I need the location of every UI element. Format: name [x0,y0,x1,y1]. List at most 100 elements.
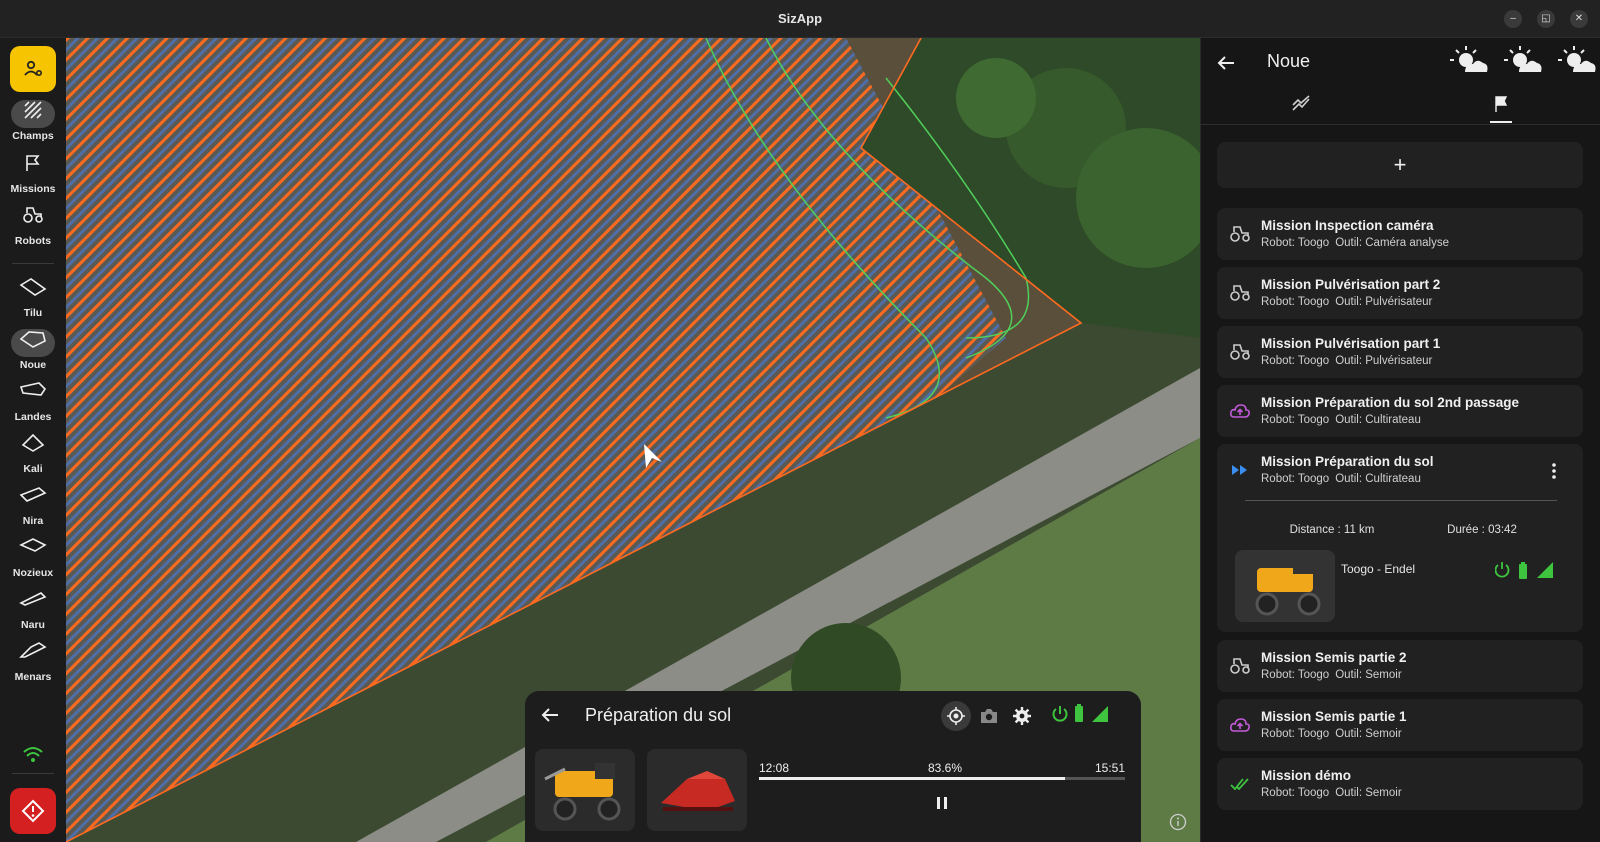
gear-icon[interactable] [1007,701,1037,731]
flag-icon [11,153,55,181]
flag-icon [1495,96,1508,112]
signal-icon [1091,705,1109,728]
mission-title: Mission Pulvérisation part 1 [1261,336,1441,351]
camera-icon[interactable] [974,701,1004,731]
more-options-icon[interactable] [1551,462,1557,485]
field-shape-icon [11,433,55,461]
tractor-icon [11,205,55,233]
mission-title: Mission démo [1261,768,1352,783]
mission-card-expanded[interactable]: Mission Préparation du sol Robot: Toogo O… [1217,444,1583,632]
tractor-icon [1229,656,1251,681]
field-shape-icon [11,277,55,305]
field-shape-icon [11,329,55,357]
card-divider [1245,500,1557,501]
sidebar-item-nozieux[interactable]: Nozieux [0,533,66,579]
sidebar-item-label: Missions [10,183,56,195]
sidebar-item-tilu[interactable]: Tilu [0,273,66,319]
add-label: + [1393,152,1407,177]
sidebar-item-label: Naru [21,619,45,631]
mission-card[interactable]: Mission Semis partie 1 Robot: Toogo Outil… [1217,699,1583,751]
mission-end-time: 15:51 [1094,761,1125,775]
field-title: Noue [1267,51,1311,71]
mission-details: Robot: Toogo Outil: Cultirateau [1261,414,1421,426]
tractor-icon [1229,342,1251,367]
close-button[interactable]: ✕ [1570,10,1588,28]
sidebar-item-landes[interactable]: Landes [0,377,66,423]
mission-details: Robot: Toogo Outil: Cultirateau [1261,473,1421,485]
minimize-button[interactable]: – [1504,10,1522,28]
sidebar-item-champs[interactable]: Champs [0,96,66,142]
tractor-icon [1229,283,1251,308]
tool-thumbnail[interactable] [647,749,747,831]
mission-progress-percent: 83.6% [927,761,963,775]
mission-details: Robot: Toogo Outil: Semoir [1261,787,1402,799]
weather-partly-cloudy-icon [1557,44,1597,85]
mission-details: Robot: Toogo Outil: Caméra analyse [1261,237,1449,249]
field-shape-icon [11,537,55,565]
info-icon[interactable] [1169,813,1187,836]
field-shape-icon [11,589,55,617]
emergency-stop-button[interactable] [10,788,56,834]
double-check-icon [1229,774,1251,799]
sidebar-item-menars[interactable]: Menars [0,637,66,683]
robot-thumbnail[interactable] [535,749,635,831]
tab-divider [1201,124,1600,125]
sidebar-item-label: Landes [14,411,52,423]
sidebar-item-label: Tilu [23,307,43,319]
mission-card[interactable]: Mission Semis partie 2 Robot: Toogo Outil… [1217,640,1583,692]
add-mission-button[interactable]: + [1217,142,1583,188]
robot-name: Toogo - Endel [1341,562,1416,576]
hatch-icon [11,100,55,128]
mission-title: Mission Préparation du sol [1261,454,1434,469]
mission-title: Mission Préparation du sol 2nd passage [1261,395,1520,410]
mission-title: Préparation du sol [585,705,732,725]
pause-button[interactable] [930,791,954,815]
field-shape-icon [11,641,55,669]
user-gear-icon [24,60,43,77]
sidebar-item-kali[interactable]: Kali [0,429,66,475]
tab-missions[interactable] [1471,94,1531,124]
user-settings-button[interactable] [10,46,56,92]
back-arrow-icon[interactable] [539,704,561,731]
warning-diamond-icon [21,799,45,823]
mission-details: Robot: Toogo Outil: Semoir [1261,669,1402,681]
wifi-icon [22,746,44,769]
mission-details: Robot: Toogo Outil: Semoir [1261,728,1402,740]
sidebar-divider [12,773,54,774]
field-details-panel: Noue + Mission Inspection caméra Robot: … [1200,38,1600,842]
sidebar-item-noue[interactable]: Noue [0,325,66,371]
sidebar-item-label: Kali [23,463,43,475]
sidebar-item-naru[interactable]: Naru [0,585,66,631]
sidebar-item-robots[interactable]: Robots [0,201,66,247]
sidebar-item-nira[interactable]: Nira [0,481,66,527]
mission-progress-bar [759,777,1125,780]
sidebar: Champs Missions Robots Tilu Noue Landes … [0,38,66,842]
power-status-icon [1051,704,1069,729]
robot-status-icons [1494,560,1561,585]
tab-statistics[interactable] [1271,94,1331,124]
mission-duration: Durée : 03:42 [1447,524,1517,536]
mission-title: Mission Semis partie 2 [1261,650,1407,665]
sidebar-divider [12,263,54,264]
mission-progress-fill [759,777,1065,780]
sidebar-item-label: Nira [22,515,44,527]
sidebar-item-label: Nozieux [12,567,54,579]
locate-icon[interactable] [941,701,971,731]
mission-control-panel: Préparation du sol 12:08 83.6% 15:51 [525,691,1141,842]
mission-distance: Distance : 11 km [1289,524,1375,536]
sidebar-item-missions[interactable]: Missions [0,149,66,195]
mission-card[interactable]: Mission Pulvérisation part 1 Robot: Toog… [1217,326,1583,378]
mission-title: Mission Semis partie 1 [1261,709,1407,724]
back-arrow-icon[interactable] [1215,52,1237,79]
mission-card[interactable]: Mission Pulvérisation part 2 Robot: Toog… [1217,267,1583,319]
maximize-button[interactable]: ◱ [1537,10,1555,28]
tab-indicator [1490,121,1512,123]
mission-card[interactable]: Mission Préparation du sol 2nd passage R… [1217,385,1583,437]
mission-card[interactable]: Mission Inspection caméra Robot: Toogo Ou… [1217,208,1583,260]
mission-title: Mission Inspection caméra [1261,218,1434,233]
pause-icon [937,797,947,809]
cloud-upload-icon [1229,401,1251,426]
mission-card[interactable]: Mission démo Robot: Toogo Outil: Semoir [1217,758,1583,810]
tractor-icon [1229,224,1251,249]
sidebar-item-label: Noue [19,359,47,371]
